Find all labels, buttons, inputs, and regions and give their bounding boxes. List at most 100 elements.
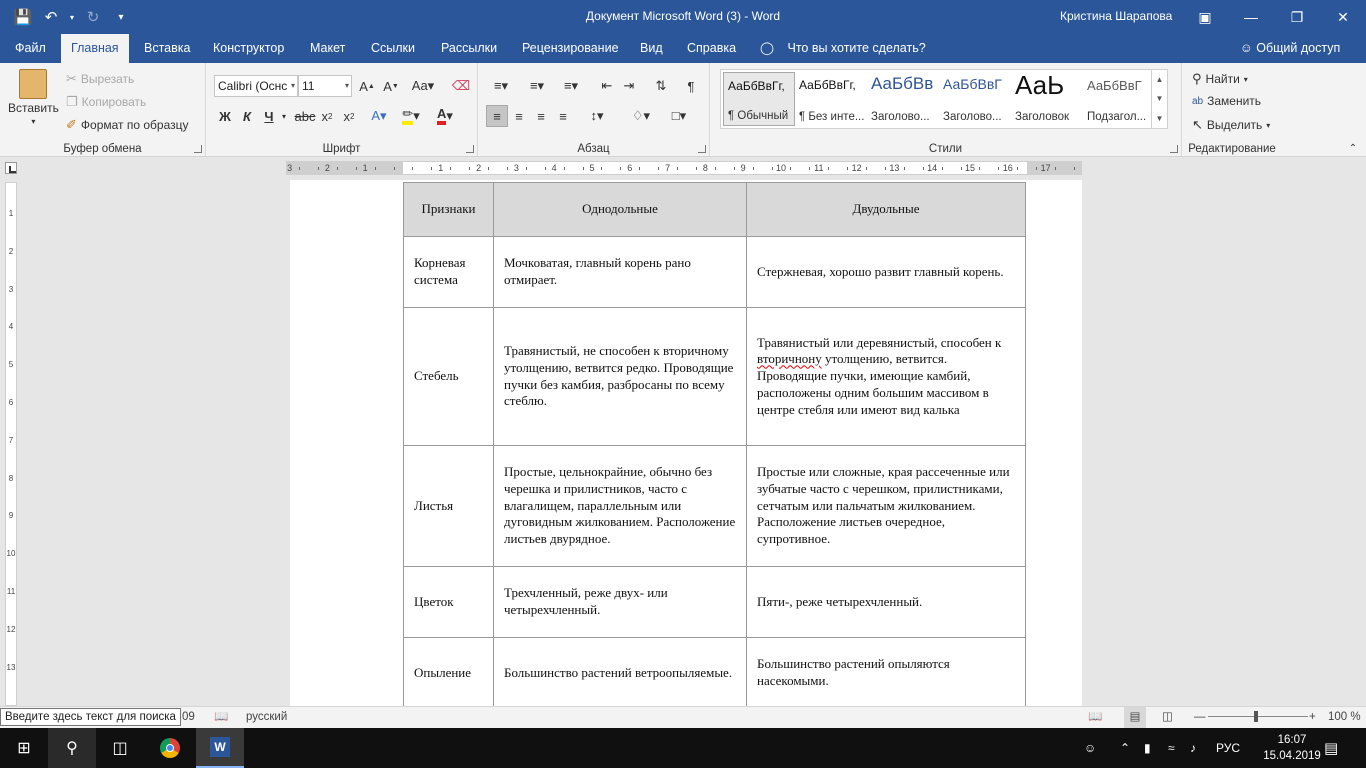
language-indicator[interactable]: русский xyxy=(246,707,287,728)
people-icon[interactable]: ☺ xyxy=(1084,728,1096,768)
style-no-spacing[interactable]: АаБбВвГг, ¶ Без инте... xyxy=(795,72,867,126)
line-spacing-icon[interactable]: ↕▾ xyxy=(582,105,612,127)
styles-launcher-icon[interactable] xyxy=(1170,145,1178,153)
underline-dropdown-icon[interactable]: ▾ xyxy=(278,105,290,127)
font-size-box[interactable]: 11 ▾ xyxy=(298,75,352,97)
font-name-dropdown-icon[interactable]: ▾ xyxy=(291,76,295,96)
table-cell[interactable]: Стебель xyxy=(403,307,494,446)
tab-home[interactable]: Главная xyxy=(61,34,129,63)
table-cell[interactable]: Цветок xyxy=(403,566,494,638)
tab-mailings[interactable]: Рассылки xyxy=(431,34,507,63)
multilevel-list-icon[interactable]: ≡▾ xyxy=(556,75,586,97)
volume-icon[interactable]: ♪ xyxy=(1190,728,1196,768)
style-heading-2[interactable]: АаБбВвГ Заголово... xyxy=(939,72,1011,126)
show-hidden-icons[interactable]: ⌃ xyxy=(1120,728,1130,768)
table-cell[interactable]: Стержневая, хорошо развит главный корень… xyxy=(746,236,1026,308)
strikethrough-icon[interactable]: abc xyxy=(294,105,316,127)
table-cell[interactable]: Листья xyxy=(403,445,494,567)
grow-font-icon[interactable]: A ▲ xyxy=(356,75,378,97)
table-cell[interactable]: Большинство растений ветроопыляемые. xyxy=(493,637,747,706)
table-cell[interactable]: Трехчленный, реже двух- или четырехчленн… xyxy=(493,566,747,638)
font-size-dropdown-icon[interactable]: ▾ xyxy=(345,76,349,96)
zoom-level[interactable]: 100 % xyxy=(1328,707,1361,728)
chrome-icon[interactable] xyxy=(146,728,194,768)
tab-review[interactable]: Рецензирование xyxy=(512,34,629,63)
tab-references[interactable]: Ссылки xyxy=(361,34,425,63)
minimize-icon[interactable]: — xyxy=(1228,0,1274,34)
clipboard-launcher-icon[interactable] xyxy=(194,145,202,153)
zoom-in-icon[interactable]: + xyxy=(1309,707,1316,728)
subscript-icon[interactable]: x2 xyxy=(316,105,338,127)
underline-button[interactable]: Ч xyxy=(258,105,280,127)
style-title[interactable]: АаЬ Заголовок xyxy=(1011,72,1083,126)
table-header-cell[interactable]: Признаки xyxy=(403,182,494,237)
clear-formatting-icon[interactable]: ⌫ xyxy=(450,75,472,97)
read-mode-icon[interactable]: 📖 xyxy=(1088,707,1102,728)
spelling-error-word[interactable]: вторичнону xyxy=(757,351,822,366)
close-icon[interactable]: ✕ xyxy=(1320,0,1366,34)
tab-view[interactable]: Вид xyxy=(630,34,673,63)
cut-button[interactable]: ✂ Вырезать xyxy=(66,71,134,87)
zoom-slider-track[interactable] xyxy=(1208,716,1308,717)
shading-icon[interactable]: ♢▾ xyxy=(626,105,656,127)
numbering-icon[interactable]: ≡▾ xyxy=(522,75,552,97)
styles-gallery-scroll[interactable]: ▲ ▼ ▼ xyxy=(1151,70,1167,128)
zoom-out-icon[interactable]: — xyxy=(1194,707,1206,728)
copy-button[interactable]: ❐ Копировать xyxy=(66,94,146,110)
format-painter-button[interactable]: ✐ Формат по образцу xyxy=(66,117,189,133)
input-language[interactable]: РУС xyxy=(1216,728,1240,768)
style-subtitle[interactable]: АаБбВвГ Подзагол... xyxy=(1083,72,1155,126)
select-button[interactable]: ↖ Выделить ▾ xyxy=(1192,117,1270,133)
show-formatting-marks-icon[interactable]: ¶ xyxy=(680,75,702,97)
document-page[interactable]: Признаки Однодольные Двудольные Корневая… xyxy=(290,180,1082,706)
paragraph-launcher-icon[interactable] xyxy=(698,145,706,153)
align-right-icon[interactable]: ≡ xyxy=(530,105,552,127)
collapse-ribbon-icon[interactable]: ⌃ xyxy=(1342,137,1364,159)
vertical-ruler[interactable]: 1 2 3 4 5 6 7 8 9 10 11 12 13 xyxy=(5,182,17,706)
tell-me-box[interactable]: ◯ Что вы хотите сделать? xyxy=(760,34,926,63)
comparison-table[interactable]: Признаки Однодольные Двудольные Корневая… xyxy=(403,182,1026,706)
style-heading-1[interactable]: АаБбВв Заголово... xyxy=(867,72,939,126)
font-name-box[interactable]: Calibri (Оснс ▾ xyxy=(214,75,298,97)
ribbon-display-options-icon[interactable]: ▣ xyxy=(1182,0,1228,34)
more-styles-icon[interactable]: ▼ xyxy=(1156,114,1164,123)
tab-layout[interactable]: Макет xyxy=(300,34,355,63)
task-view-icon[interactable]: ◫ xyxy=(96,728,144,768)
bold-button[interactable]: Ж xyxy=(214,105,236,127)
align-center-icon[interactable]: ≡ xyxy=(508,105,530,127)
font-color-icon[interactable]: A ▾ xyxy=(434,105,456,127)
scroll-down-icon[interactable]: ▼ xyxy=(1156,94,1164,103)
italic-button[interactable]: К xyxy=(236,105,258,127)
find-button[interactable]: ⚲ Найти ▾ xyxy=(1192,71,1248,87)
notifications-icon[interactable]: ▤ xyxy=(1324,728,1338,768)
print-layout-icon[interactable]: ▤ xyxy=(1124,707,1146,728)
decrease-indent-icon[interactable]: ⇤ xyxy=(596,75,618,97)
sort-icon[interactable]: ⇅ xyxy=(650,75,672,97)
maximize-icon[interactable]: ❐ xyxy=(1274,0,1320,34)
bullets-icon[interactable]: ≡▾ xyxy=(486,75,516,97)
table-header-cell[interactable]: Однодольные xyxy=(493,182,747,237)
network-icon[interactable]: ≈ xyxy=(1168,728,1175,768)
paste-button[interactable]: Вставить ▾ xyxy=(8,69,59,126)
tab-design[interactable]: Конструктор xyxy=(203,34,294,63)
borders-icon[interactable]: □▾ xyxy=(664,105,694,127)
zoom-slider-thumb[interactable] xyxy=(1254,711,1258,722)
user-name[interactable]: Кристина Шарапова xyxy=(1060,0,1172,34)
table-cell[interactable]: Простые или сложные, края рассеченные ил… xyxy=(746,445,1026,567)
tab-insert[interactable]: Вставка xyxy=(134,34,200,63)
word-count[interactable]: 09 xyxy=(182,707,195,728)
highlight-color-icon[interactable]: ✏ ▾ xyxy=(400,105,422,127)
horizontal-ruler[interactable]: 3 2 1 1 2 3 4 5 6 7 8 9 10 11 12 13 14 15 16 17 xyxy=(286,161,1082,175)
table-cell[interactable]: Мочковатая, главный корень рано отмирает… xyxy=(493,236,747,308)
web-layout-icon[interactable]: ◫ xyxy=(1162,707,1173,728)
battery-icon[interactable]: ▮ xyxy=(1144,728,1151,768)
style-normal[interactable]: АаБбВвГг, ¶ Обычный xyxy=(723,72,795,126)
justify-icon[interactable]: ≡ xyxy=(552,105,574,127)
font-launcher-icon[interactable] xyxy=(466,145,474,153)
scroll-up-icon[interactable]: ▲ xyxy=(1156,75,1164,84)
table-header-cell[interactable]: Двудольные xyxy=(746,182,1026,237)
tab-help[interactable]: Справка xyxy=(677,34,746,63)
table-cell[interactable]: Травянистый, не способен к вторичному ут… xyxy=(493,307,747,446)
clock[interactable]: 16:07 15.04.2019 xyxy=(1262,732,1322,764)
align-left-icon[interactable]: ≡ xyxy=(486,105,508,127)
